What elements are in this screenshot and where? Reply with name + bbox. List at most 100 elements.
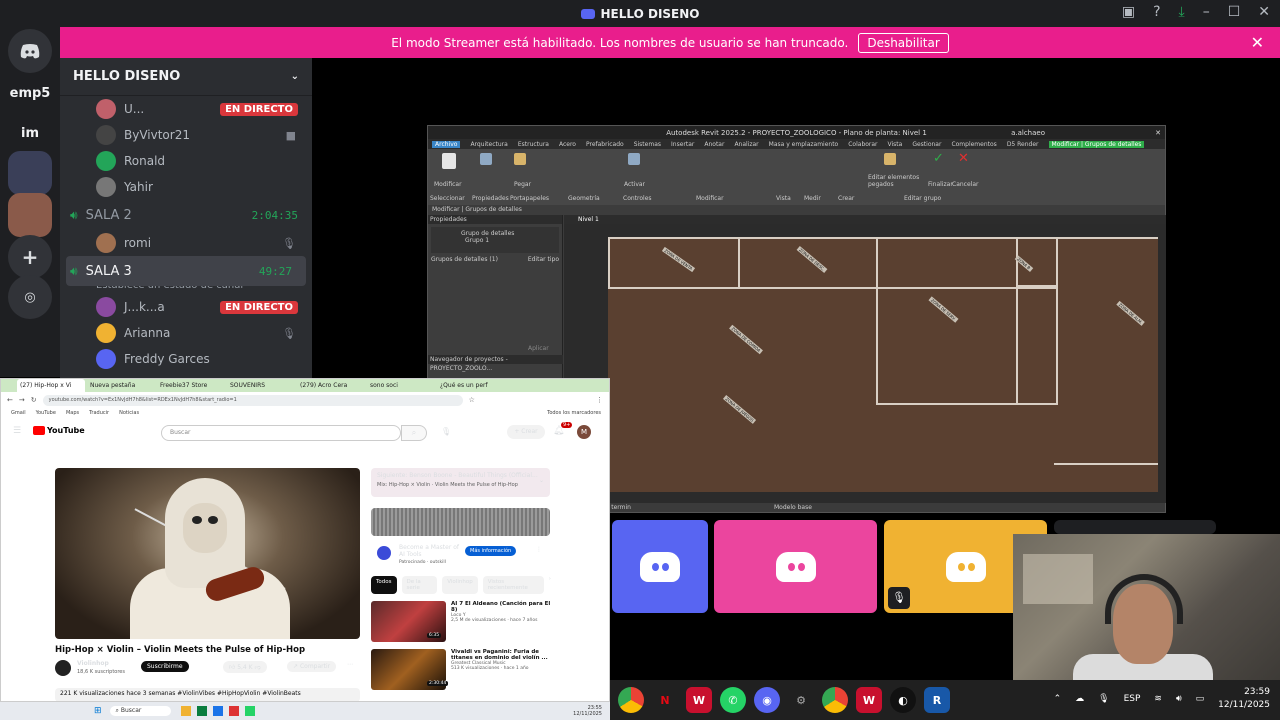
revit-tab[interactable]: Archivo: [432, 140, 461, 148]
finish-check-icon[interactable]: ✓: [933, 151, 944, 166]
onedrive-icon[interactable]: ☁: [1075, 694, 1084, 704]
discord-taskbar-icon[interactable]: ◉: [754, 687, 780, 713]
battery-icon[interactable]: ▭: [1196, 694, 1205, 704]
browser-tab[interactable]: Freebie37 Store: [157, 382, 225, 389]
settings-icon[interactable]: ⚙: [788, 687, 814, 713]
recommendation[interactable]: 6:35 AI 7 El Aldeano (Canción para El 8)…: [371, 601, 551, 642]
browser-tab[interactable]: ¿Qué es un perf: [437, 382, 505, 389]
disable-streamer-button[interactable]: Deshabilitar: [858, 32, 949, 53]
next-up-card[interactable]: Siguiente: Benson Boone - Beautiful Thin…: [371, 468, 550, 497]
voice-channel-sala2[interactable]: 🔊︎ SALA 2 2:04:35: [60, 200, 312, 230]
back-icon[interactable]: ←: [7, 396, 13, 404]
paste-icon[interactable]: [514, 153, 526, 165]
help-icon[interactable]: ?: [1153, 4, 1160, 20]
participant-tile[interactable]: [714, 520, 877, 613]
server-avatar-2[interactable]: [8, 193, 52, 237]
video-player[interactable]: [55, 468, 360, 639]
server-im[interactable]: im: [8, 111, 52, 155]
revit-tab[interactable]: Complementos: [951, 141, 996, 148]
dislike-icon[interactable]: 👎︎: [255, 664, 261, 671]
ad-banner[interactable]: [371, 508, 550, 536]
voice-search-icon[interactable]: 🎙︎: [441, 427, 451, 436]
revit-tab[interactable]: Colaborar: [848, 141, 877, 148]
revit-tab[interactable]: D5 Render: [1007, 141, 1039, 148]
hamburger-icon[interactable]: ☰: [13, 426, 21, 436]
create-button[interactable]: + Crear: [507, 425, 545, 439]
server-emp5[interactable]: emp5: [8, 71, 52, 115]
add-server-icon[interactable]: +: [8, 235, 52, 279]
inbox-icon[interactable]: ▣: [1122, 4, 1135, 20]
subscribe-button[interactable]: Suscribirme: [141, 661, 189, 672]
chrome-icon[interactable]: [618, 687, 644, 713]
voice-user[interactable]: Arianna 🎙︎: [60, 320, 312, 346]
bookmark[interactable]: Traducir: [89, 410, 109, 416]
app-red-icon[interactable]: W: [686, 687, 712, 713]
url-bar[interactable]: youtube.com/watch?v=Ex1NvJdH7h8&list=RDE…: [42, 394, 463, 406]
forward-icon[interactable]: →: [19, 396, 25, 404]
search-input[interactable]: Buscar: [161, 425, 401, 441]
apply-button[interactable]: Aplicar: [528, 345, 549, 352]
browser-tab[interactable]: (27) Hip-Hop x Vi: [17, 379, 85, 392]
language-indicator[interactable]: ESP: [1124, 694, 1141, 704]
chrome-profile-icon[interactable]: [822, 687, 848, 713]
revit-tab[interactable]: Sistemas: [634, 141, 661, 148]
server-avatar-1[interactable]: [8, 151, 52, 195]
cancel-x-icon[interactable]: ✕: [958, 151, 969, 166]
browser-tab[interactable]: (279) Acro Cera: [297, 382, 365, 389]
modify-tool-icon[interactable]: [442, 153, 456, 169]
revit-tab[interactable]: Insertar: [671, 141, 694, 148]
close-window-icon[interactable]: ✕: [1258, 4, 1270, 20]
guild-header[interactable]: HELLO DISENO ⌄: [60, 58, 312, 96]
more-icon[interactable]: ⋯: [347, 661, 353, 668]
revit-icon[interactable]: R: [924, 687, 950, 713]
volume-icon[interactable]: 🔊︎: [1176, 694, 1182, 704]
youtube-logo[interactable]: YouTube: [33, 426, 85, 435]
revit-tab[interactable]: Arquitectura: [470, 141, 507, 148]
app-icon[interactable]: [213, 706, 224, 716]
search-icon[interactable]: ⌕: [401, 425, 427, 441]
edit-type-button[interactable]: Editar tipo: [528, 256, 559, 263]
type-selector[interactable]: Grupo de detalles Grupo 1: [431, 227, 559, 253]
chevron-up-icon[interactable]: ⌃: [1054, 694, 1062, 704]
ad-cta-button[interactable]: Más información: [465, 546, 517, 556]
revit-view-area[interactable]: Nivel 1 ZONA DE VENTA ZONA DE DESC. ZONA…: [564, 215, 1166, 511]
like-button[interactable]: 👍︎ 5,4 K 👎︎: [223, 661, 267, 673]
ad-title[interactable]: Become a Master of AI Tools: [399, 544, 459, 558]
chip[interactable]: De la serie: [401, 576, 438, 594]
chip[interactable]: Violinhop: [442, 576, 478, 594]
bookmark[interactable]: YouTube: [36, 410, 56, 416]
chip[interactable]: Todos: [371, 576, 397, 594]
netflix-icon[interactable]: N: [652, 687, 678, 713]
chevron-down-icon[interactable]: ⌄: [539, 477, 544, 484]
revit-tab[interactable]: Estructura: [518, 141, 549, 148]
explore-icon[interactable]: ◎: [8, 275, 52, 319]
voice-user[interactable]: J...k...a 🎙︎ EN DIRECTO: [60, 294, 312, 320]
chip[interactable]: Vistos recientemente: [482, 576, 544, 594]
maximize-icon[interactable]: ☐: [1228, 4, 1241, 20]
bookmark[interactable]: Gmail: [11, 410, 26, 416]
view-tab[interactable]: Nivel 1: [564, 215, 1166, 224]
minimize-icon[interactable]: –: [1203, 4, 1210, 20]
app-icon[interactable]: [229, 706, 240, 716]
voice-user[interactable]: ByVivtor21 ■: [60, 122, 312, 148]
browser-tab[interactable]: SOUVENIRS: [227, 382, 295, 389]
recommendation[interactable]: 2:30:44 Vivaldi vs Paganini: Furia de ti…: [371, 649, 551, 690]
app-icon[interactable]: [245, 706, 256, 716]
revit-tab[interactable]: Prefabricado: [586, 141, 624, 148]
activate-icon[interactable]: [628, 153, 640, 165]
reload-icon[interactable]: ↻: [31, 396, 37, 404]
participant-tile[interactable]: [612, 520, 708, 613]
channel-name[interactable]: Violinhop: [77, 660, 109, 667]
windows-start-icon[interactable]: ⊞: [94, 706, 102, 716]
account-avatar[interactable]: M: [577, 425, 591, 439]
revit-close-icon[interactable]: ✕: [1155, 129, 1161, 137]
ad-logo[interactable]: [377, 546, 391, 560]
voice-user[interactable]: Yahir: [60, 174, 312, 200]
video-description[interactable]: 221 K visualizaciones hace 3 semanas #Vi…: [55, 688, 360, 701]
all-bookmarks[interactable]: Todos los marcadores: [547, 410, 601, 416]
clock[interactable]: 23:59 12/11/2025: [1218, 686, 1270, 712]
wifi-icon[interactable]: ≋: [1154, 694, 1162, 704]
revit-tab[interactable]: Analizar: [734, 141, 758, 148]
revit-tab[interactable]: Modificar | Grupos de detalles: [1048, 140, 1145, 148]
close-banner-icon[interactable]: ✕: [1251, 33, 1264, 52]
